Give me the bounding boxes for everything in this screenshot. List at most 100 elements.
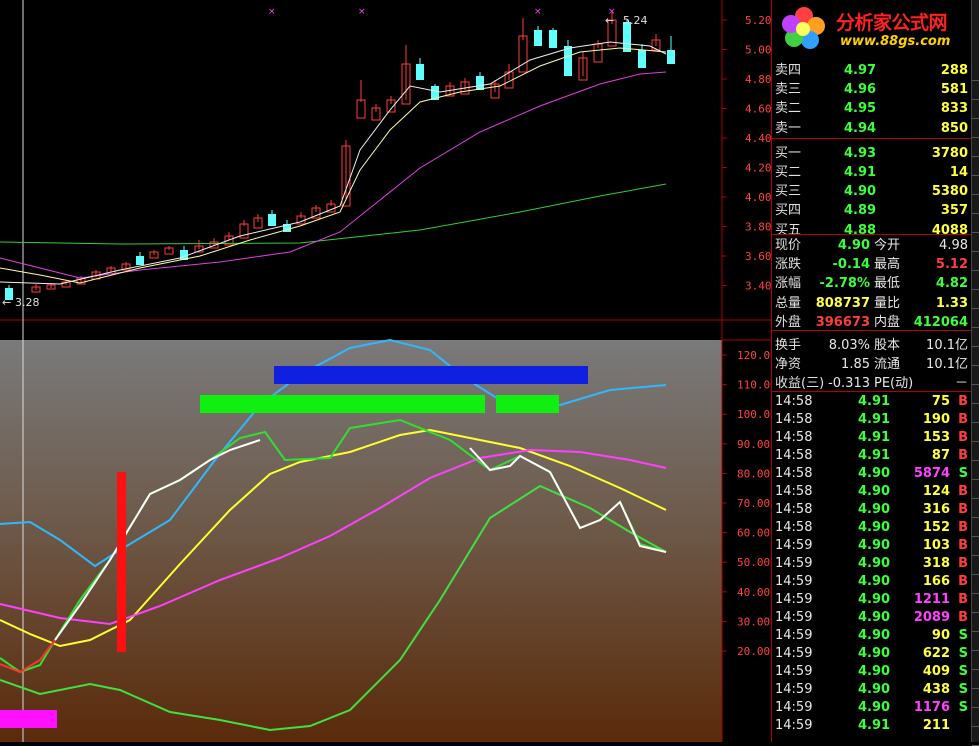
tick-row: 14:58 4.91 190 B xyxy=(772,410,972,429)
stat-label-2: 今开 xyxy=(874,238,901,253)
tick-time: 14:58 xyxy=(775,502,813,517)
tick-side: S xyxy=(958,682,968,697)
tick-side: S xyxy=(958,700,968,715)
strip-cell[interactable] xyxy=(972,478,979,499)
strip-cell[interactable] xyxy=(972,497,979,518)
kline-chart[interactable]: 5.20 5.00 4.80 4.60 4.40 4.20 4.00 3.80 3.60 3.40… xyxy=(0,0,771,742)
stat-value: 4.90 xyxy=(837,238,870,253)
tick-time: 14:58 xyxy=(775,448,813,463)
stat-label: 总量 xyxy=(775,295,802,311)
order-book-row: 卖三 4.96 581 xyxy=(772,80,972,99)
stat-label: 外盘 xyxy=(775,314,802,330)
strip-cell[interactable] xyxy=(972,250,979,271)
strip-cell[interactable] xyxy=(972,573,979,594)
strip-cell[interactable] xyxy=(972,79,979,100)
strip-cell[interactable] xyxy=(972,174,979,195)
strip-cell[interactable] xyxy=(972,421,979,442)
strip-cell[interactable] xyxy=(972,212,979,233)
order-volume: 288 xyxy=(940,63,968,78)
strip-cell[interactable] xyxy=(972,554,979,575)
right-scroll-strip[interactable] xyxy=(971,0,979,746)
stat-label: 净资 xyxy=(775,357,802,373)
order-label: 卖三 xyxy=(775,82,802,98)
high-marker: 5.24 xyxy=(623,14,648,27)
strip-cell[interactable] xyxy=(972,630,979,651)
tick-row: 14:58 4.90 5874 S xyxy=(772,464,972,483)
strip-cell[interactable] xyxy=(972,155,979,176)
site-logo: 分析家公式网 www.88gs.com xyxy=(778,2,978,52)
tick-time: 14:58 xyxy=(775,466,813,481)
tick-side: B xyxy=(958,502,968,517)
tick-row: 14:59 4.91 211 xyxy=(772,716,972,735)
blue-signal-bar xyxy=(274,366,588,384)
stat-label-2: 最高 xyxy=(874,257,901,273)
strip-cell[interactable] xyxy=(972,345,979,366)
tick-row: 14:59 4.90 1211 B xyxy=(772,590,972,609)
strip-cell[interactable] xyxy=(972,231,979,252)
strip-cell[interactable] xyxy=(972,592,979,613)
tick-price: 4.91 xyxy=(858,718,891,733)
indicator-tick: 110.00 xyxy=(737,379,771,392)
strip-cell[interactable] xyxy=(972,383,979,404)
stat-label-2: 内盘 xyxy=(874,314,901,330)
tick-price: 4.90 xyxy=(858,592,891,607)
flower-logo-icon xyxy=(782,7,825,49)
strip-cell[interactable] xyxy=(972,307,979,328)
tick-row: 14:58 4.91 153 B xyxy=(772,428,972,447)
tick-side: B xyxy=(958,448,968,463)
order-book-row: 买三 4.90 5380 xyxy=(772,182,972,201)
indicator-tick: 20.00 xyxy=(737,645,770,658)
order-volume: 850 xyxy=(940,120,968,136)
order-volume: 833 xyxy=(940,101,968,117)
strip-cell[interactable] xyxy=(972,649,979,670)
strip-cell[interactable] xyxy=(972,687,979,708)
tick-volume: 438 xyxy=(922,682,950,697)
tick-side: S xyxy=(958,628,968,643)
tick-side: S xyxy=(958,664,968,679)
tick-time: 14:59 xyxy=(775,628,813,643)
strip-cell[interactable] xyxy=(972,459,979,480)
tick-side: B xyxy=(958,412,968,427)
tick-side: B xyxy=(958,394,968,409)
strip-cell[interactable] xyxy=(972,440,979,461)
stat-value-2: 4.82 xyxy=(935,276,968,292)
strip-cell[interactable] xyxy=(972,611,979,632)
strip-cell[interactable] xyxy=(972,326,979,347)
tick-side: B xyxy=(958,538,968,553)
stat-label-2: 最低 xyxy=(874,276,901,292)
strip-cell[interactable] xyxy=(972,706,979,727)
strip-cell[interactable] xyxy=(972,516,979,537)
strip-cell[interactable] xyxy=(972,535,979,556)
strip-cell[interactable] xyxy=(972,402,979,423)
tick-price: 4.90 xyxy=(858,520,891,535)
strip-cell[interactable] xyxy=(972,98,979,119)
tick-price: 4.90 xyxy=(858,538,891,553)
tick-volume: 166 xyxy=(922,574,950,589)
strip-cell[interactable] xyxy=(972,117,979,138)
chart-area[interactable]: 5.20 5.00 4.80 4.60 4.40 4.20 4.00 3.80 3.60 3.40… xyxy=(0,0,771,742)
tick-time: 14:59 xyxy=(775,610,813,625)
strip-cell[interactable] xyxy=(972,136,979,157)
candle-down xyxy=(136,256,144,265)
tick-volume: 409 xyxy=(922,664,950,679)
stat-value: 396673 xyxy=(815,314,870,330)
order-price: 4.91 xyxy=(844,165,877,180)
strip-cell[interactable] xyxy=(972,288,979,309)
strip-cell[interactable] xyxy=(972,668,979,689)
strip-cell[interactable] xyxy=(972,364,979,385)
strip-cell[interactable] xyxy=(972,60,979,81)
strip-cell[interactable] xyxy=(972,725,979,746)
tick-row: 14:59 4.90 103 B xyxy=(772,536,972,555)
strip-cell[interactable] xyxy=(972,269,979,290)
order-volume: 14 xyxy=(949,165,968,180)
strip-cell[interactable] xyxy=(972,193,979,214)
tick-volume: 211 xyxy=(922,718,950,733)
stat-label-2: 流通 xyxy=(874,357,901,373)
candle-down xyxy=(534,30,542,46)
order-volume: 5380 xyxy=(931,184,968,200)
stat-value: 8.03% xyxy=(828,338,870,353)
price-tick: 5.00 xyxy=(745,44,771,57)
tick-side: S xyxy=(958,646,968,661)
order-volume: 3780 xyxy=(931,145,968,161)
tick-volume: 2089 xyxy=(913,610,950,625)
